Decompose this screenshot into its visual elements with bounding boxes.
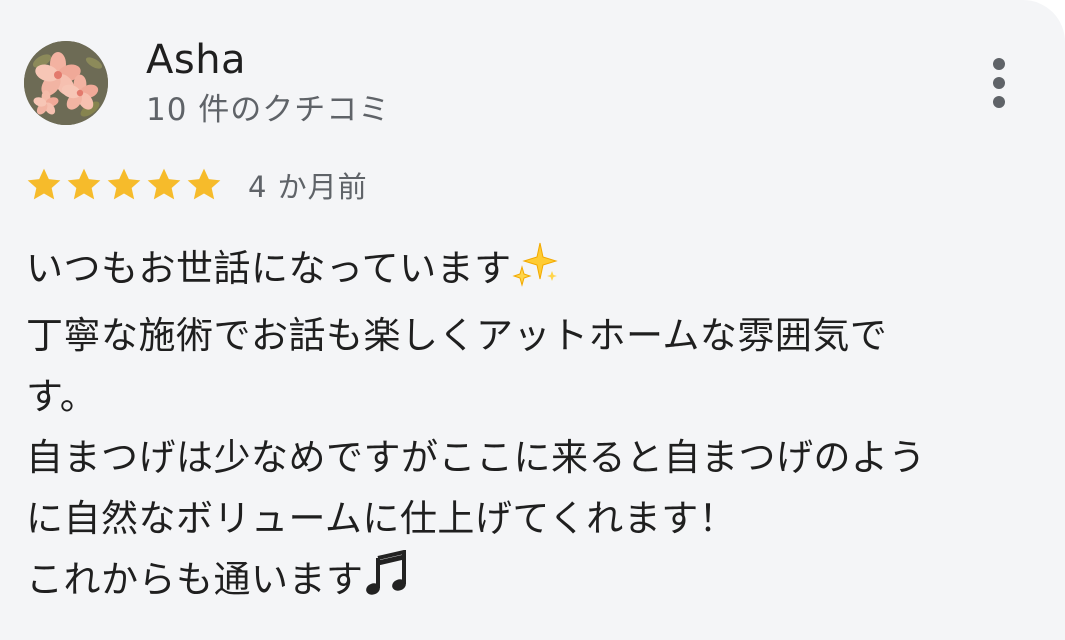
star-icon [144, 165, 184, 205]
more-options-button[interactable] [978, 52, 1020, 114]
review-text: いつもお世話になっています 丁寧な施術でお話も楽しくアットホームな雰囲気で す。… [26, 238, 1036, 616]
stars-row [24, 165, 224, 205]
pink-flowers-icon [24, 41, 108, 125]
more-vert-icon-dot [993, 77, 1005, 89]
sparkles-emoji [512, 241, 560, 305]
reviewer-avatar[interactable] [24, 41, 108, 125]
star-rating: 4 か月前 [24, 163, 368, 207]
musical-notes-emoji [364, 549, 410, 616]
reviewer-name[interactable]: Asha [146, 36, 246, 84]
more-vert-icon [993, 58, 1005, 70]
star-icon [64, 165, 104, 205]
star-icon [104, 165, 144, 205]
reviewer-review-count[interactable]: 10 件のクチコミ [146, 90, 390, 130]
review-line: いつもお世話になっています [26, 238, 1036, 305]
more-vert-icon-dot [993, 96, 1005, 108]
review-line: に自然なボリュームに仕上げてくれます！ [26, 497, 737, 540]
review-line: す。 [26, 375, 98, 418]
review-time: 4 か月前 [248, 170, 368, 204]
review-line: 自まつげは少なめですがここに来ると自まつげのよう [26, 436, 926, 479]
review-line: これからも通います [26, 549, 1036, 616]
review-line-text: これからも通います [26, 558, 364, 601]
review-card: Asha 10 件のクチコミ 4 か月前 いつもお世話になっています 丁寧な施術… [0, 0, 1065, 640]
star-icon [184, 165, 224, 205]
review-line: 丁寧な施術でお話も楽しくアットホームな雰囲気で [26, 314, 888, 357]
review-line-text: いつもお世話になっています [26, 247, 512, 290]
star-icon [24, 165, 64, 205]
